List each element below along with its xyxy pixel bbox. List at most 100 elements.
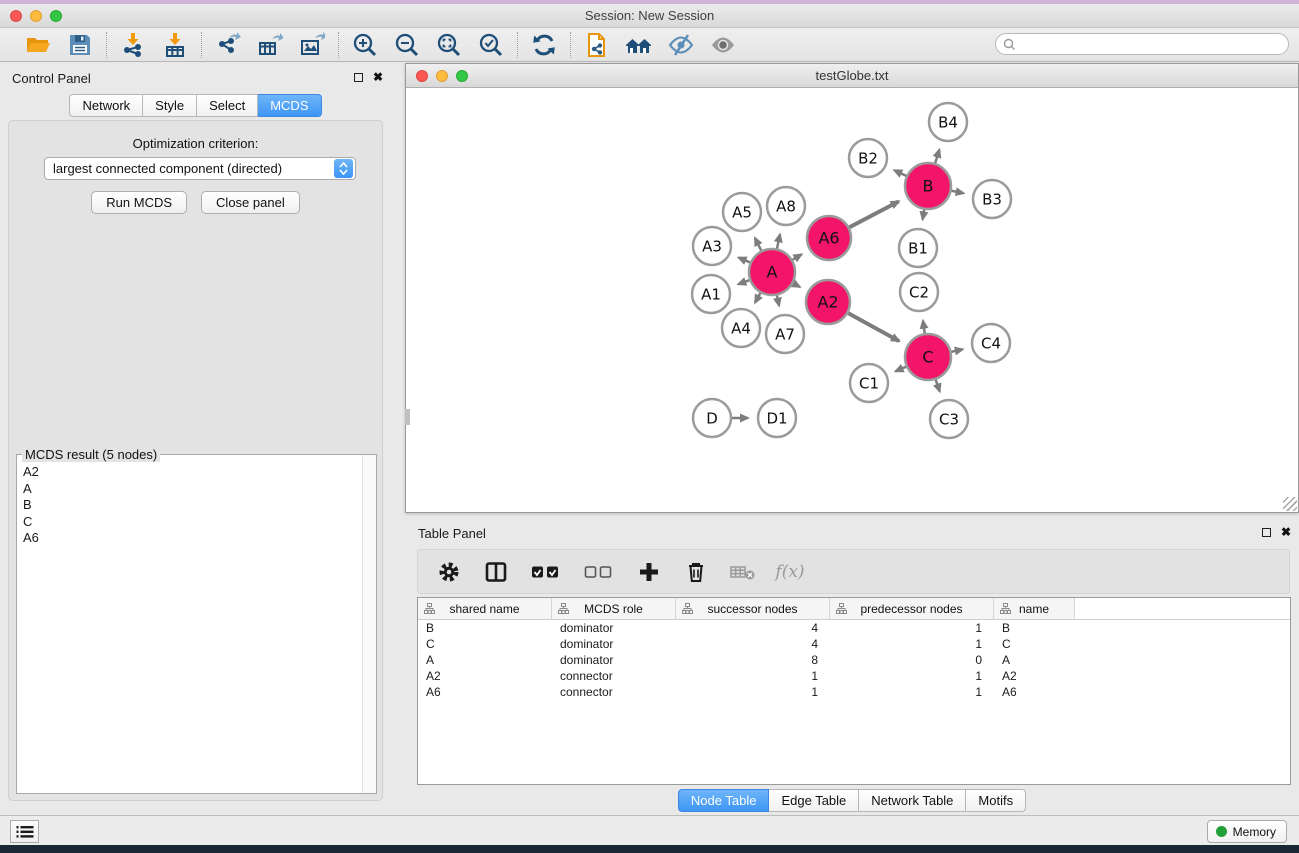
show-all-icon[interactable]: [709, 31, 737, 59]
mcds-result-item[interactable]: A2: [23, 464, 362, 481]
edge-B-B2[interactable]: [894, 170, 906, 176]
function-builder-icon[interactable]: f(x): [777, 559, 803, 585]
close-table-panel-icon[interactable]: ✖: [1281, 526, 1291, 538]
zoom-out-icon[interactable]: [393, 31, 421, 59]
tab-edge-table[interactable]: Edge Table: [769, 789, 859, 812]
edge-C-C1[interactable]: [896, 367, 907, 372]
deselect-all-checkboxes-icon[interactable]: [583, 559, 615, 585]
edge-C-C4[interactable]: [951, 349, 962, 352]
splitter-handle[interactable]: [405, 409, 410, 425]
table-row[interactable]: Adominator80A: [418, 652, 1290, 668]
delete-column-icon[interactable]: [683, 559, 709, 585]
edge-C-C3[interactable]: [936, 380, 940, 392]
edge-B-B3[interactable]: [952, 191, 964, 193]
tab-style[interactable]: Style: [143, 94, 197, 117]
edge-A-A4[interactable]: [755, 293, 760, 303]
close-panel-button[interactable]: Close panel: [201, 191, 300, 214]
cell-MCDS-role[interactable]: dominator: [552, 653, 676, 667]
home-layout-icon[interactable]: [625, 31, 653, 59]
memory-button[interactable]: Memory: [1207, 820, 1287, 843]
cell-MCDS-role[interactable]: connector: [552, 685, 676, 699]
edge-B-B4[interactable]: [935, 150, 939, 163]
edge-A-A3[interactable]: [739, 258, 750, 263]
column-header-MCDS-role[interactable]: MCDS role: [552, 598, 676, 619]
tab-network-table[interactable]: Network Table: [859, 789, 966, 812]
tab-node-table[interactable]: Node Table: [678, 789, 770, 812]
edge-A-A6[interactable]: [793, 254, 802, 259]
cell-name[interactable]: A6: [994, 685, 1075, 699]
cell-predecessor-nodes[interactable]: 1: [830, 685, 994, 699]
cell-successor-nodes[interactable]: 8: [676, 653, 830, 667]
edge-A6-B[interactable]: [849, 201, 898, 227]
cell-predecessor-nodes[interactable]: 1: [830, 669, 994, 683]
network-canvas[interactable]: AA1A2A3A4A5A6A7A8BB1B2B3B4CC1C2C3C4DD1: [407, 89, 1297, 511]
cell-MCDS-role[interactable]: dominator: [552, 621, 676, 635]
edge-A-A8[interactable]: [777, 234, 780, 248]
column-header-name[interactable]: name: [994, 598, 1075, 619]
hide-selected-icon[interactable]: [667, 31, 695, 59]
network-graph[interactable]: AA1A2A3A4A5A6A7A8BB1B2B3B4CC1C2C3C4DD1: [407, 89, 1299, 513]
edge-A-A5[interactable]: [755, 238, 761, 251]
criterion-dropdown[interactable]: largest connected component (directed): [44, 157, 356, 180]
tab-network[interactable]: Network: [69, 94, 143, 117]
tab-mcds[interactable]: MCDS: [258, 94, 321, 117]
cell-predecessor-nodes[interactable]: 1: [830, 637, 994, 651]
table-row[interactable]: A2connector11A2: [418, 668, 1290, 684]
table-row[interactable]: Cdominator41C: [418, 636, 1290, 652]
cell-successor-nodes[interactable]: 4: [676, 621, 830, 635]
select-all-checkboxes-icon[interactable]: [530, 559, 562, 585]
cell-shared-name[interactable]: A6: [418, 685, 552, 699]
column-header-shared-name[interactable]: shared name: [418, 598, 552, 619]
edge-A-A2[interactable]: [793, 283, 800, 287]
cell-successor-nodes[interactable]: 1: [676, 669, 830, 683]
cell-predecessor-nodes[interactable]: 1: [830, 621, 994, 635]
search-box[interactable]: [995, 33, 1289, 55]
edge-B-B1[interactable]: [923, 210, 925, 220]
open-session-icon[interactable]: [24, 31, 52, 59]
edge-A2-C[interactable]: [848, 313, 899, 341]
float-panel-icon[interactable]: [354, 73, 363, 82]
cell-shared-name[interactable]: A: [418, 653, 552, 667]
gear-icon[interactable]: [436, 559, 462, 585]
cell-MCDS-role[interactable]: connector: [552, 669, 676, 683]
table-row[interactable]: Bdominator41B: [418, 620, 1290, 636]
run-mcds-button[interactable]: Run MCDS: [91, 191, 187, 214]
export-image-icon[interactable]: [298, 31, 326, 59]
add-column-icon[interactable]: [636, 559, 662, 585]
import-network-icon[interactable]: [119, 31, 147, 59]
cell-name[interactable]: B: [994, 621, 1075, 635]
column-header-successor-nodes[interactable]: successor nodes: [676, 598, 830, 619]
split-columns-icon[interactable]: [483, 559, 509, 585]
cell-MCDS-role[interactable]: dominator: [552, 637, 676, 651]
cell-successor-nodes[interactable]: 1: [676, 685, 830, 699]
network-from-file-icon[interactable]: [583, 31, 611, 59]
import-table-icon[interactable]: [161, 31, 189, 59]
cell-shared-name[interactable]: A2: [418, 669, 552, 683]
edge-A-A1[interactable]: [738, 280, 749, 284]
result-scrollbar[interactable]: [362, 455, 376, 793]
export-network-icon[interactable]: [214, 31, 242, 59]
mcds-result-item[interactable]: C: [23, 514, 362, 531]
column-header-predecessor-nodes[interactable]: predecessor nodes: [830, 598, 994, 619]
cell-predecessor-nodes[interactable]: 0: [830, 653, 994, 667]
cell-successor-nodes[interactable]: 4: [676, 637, 830, 651]
network-window-titlebar[interactable]: testGlobe.txt: [406, 64, 1298, 88]
cell-name[interactable]: A2: [994, 669, 1075, 683]
cell-shared-name[interactable]: B: [418, 621, 552, 635]
delete-table-icon[interactable]: [730, 559, 756, 585]
float-table-panel-icon[interactable]: [1262, 528, 1271, 537]
zoom-selected-icon[interactable]: [477, 31, 505, 59]
tab-motifs[interactable]: Motifs: [966, 789, 1026, 812]
refresh-view-icon[interactable]: [530, 31, 558, 59]
cell-name[interactable]: A: [994, 653, 1075, 667]
close-panel-icon[interactable]: ✖: [373, 71, 383, 83]
edge-C-C2[interactable]: [923, 321, 925, 334]
mcds-result-item[interactable]: A6: [23, 530, 362, 547]
mcds-result-item[interactable]: B: [23, 497, 362, 514]
search-input[interactable]: [1016, 35, 1288, 53]
zoom-fit-icon[interactable]: [435, 31, 463, 59]
edge-A-A7[interactable]: [777, 295, 779, 305]
cell-name[interactable]: C: [994, 637, 1075, 651]
task-history-button[interactable]: [10, 820, 39, 843]
cell-shared-name[interactable]: C: [418, 637, 552, 651]
